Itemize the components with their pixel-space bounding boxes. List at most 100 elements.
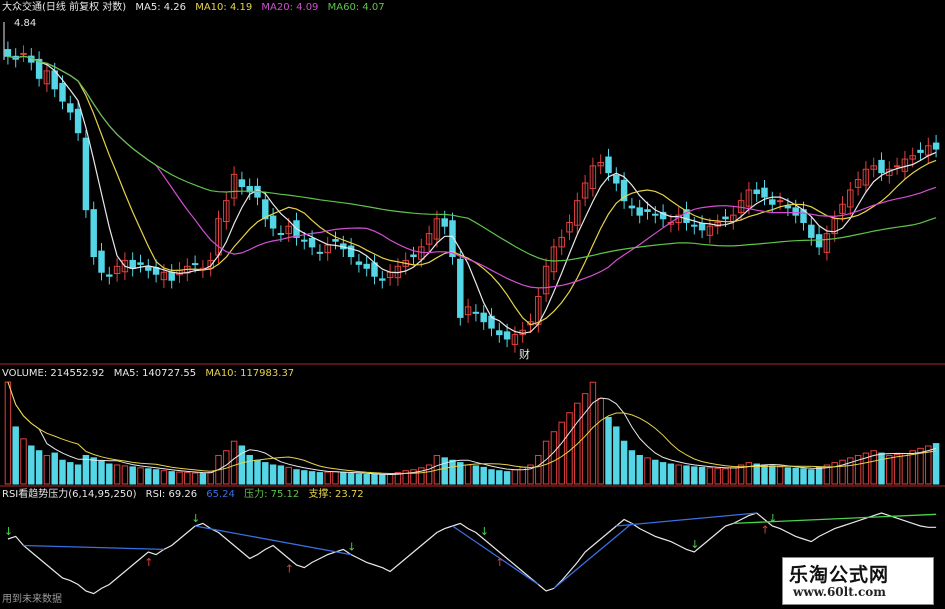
volume-bar	[808, 469, 815, 485]
candle-body	[691, 224, 698, 227]
volume-bar	[160, 470, 168, 485]
volume-bar	[659, 462, 667, 485]
volume-bar	[535, 454, 542, 485]
sell-arrow: ↓	[480, 525, 489, 538]
volume-bar	[730, 467, 737, 485]
candle-body	[238, 179, 246, 188]
volume-bar	[542, 440, 550, 485]
sell-arrow: ↓	[191, 512, 200, 525]
volume-bar	[613, 426, 620, 485]
volume-bar	[12, 426, 19, 485]
volume-bar	[67, 462, 74, 485]
candle-body	[363, 263, 370, 269]
candle-body	[20, 52, 27, 55]
volume-bar	[98, 460, 105, 485]
candle-body	[355, 261, 363, 265]
volume-bar	[184, 472, 191, 485]
volume-bar	[449, 459, 456, 485]
candle-body	[636, 207, 643, 216]
candle-body	[628, 205, 636, 209]
volume-bar	[652, 459, 659, 485]
volume-bar	[589, 381, 597, 485]
candle-body	[613, 174, 620, 184]
candle-body	[932, 142, 940, 150]
candle-body	[776, 200, 784, 203]
volume-bar	[379, 474, 386, 485]
volume-bar	[488, 469, 495, 485]
volume-bar	[878, 452, 885, 485]
rsi-value: RSI: 69.26	[145, 489, 198, 500]
volume-bar	[620, 440, 628, 485]
rsi-indicator-name: RSI看趋势压力(6,14,95,250)	[2, 489, 137, 500]
volume-bar	[293, 469, 300, 485]
volume-bar	[230, 440, 238, 485]
volume-bar	[683, 465, 690, 485]
volume-bar	[74, 464, 82, 485]
volume-bar	[675, 464, 682, 485]
ma20-legend: MA20: 4.09	[261, 2, 319, 13]
volume-bar	[886, 454, 893, 485]
volume-bar	[254, 459, 261, 485]
ma5-line	[7, 55, 937, 334]
volume-bar	[262, 462, 269, 485]
candle-body	[308, 237, 316, 248]
volume-bar	[644, 457, 651, 485]
sell-arrow: ↓	[690, 538, 699, 551]
ma5-legend: MA5: 4.26	[135, 2, 187, 13]
candle-body	[59, 82, 66, 102]
candle-body	[652, 213, 659, 216]
price-high-label: 4.84	[14, 18, 37, 29]
footer-note: 用到未来数据	[2, 594, 62, 605]
ma60-legend: MA60: 4.07	[327, 2, 385, 13]
volume-bar	[20, 438, 27, 485]
volume-bar	[605, 416, 612, 485]
volume-bar	[301, 470, 308, 485]
volume-bar	[90, 457, 97, 485]
buy-arrow: ↑	[144, 556, 153, 569]
volume-bar	[932, 443, 940, 485]
volume-bar	[480, 466, 487, 485]
volume-bar	[784, 467, 792, 485]
candle-body	[82, 137, 90, 211]
candle-body	[698, 222, 706, 231]
volume-bar	[59, 459, 66, 485]
candle-body	[878, 159, 885, 174]
candle-body	[815, 234, 823, 248]
volume-bar	[238, 445, 246, 485]
rsi-value-2: 65.24	[206, 489, 235, 500]
volume-bar	[316, 472, 324, 485]
volume-bar	[667, 463, 675, 485]
volume-bar	[285, 466, 292, 485]
volume-bar	[597, 397, 604, 485]
volume-bar	[472, 465, 480, 485]
volume-bar	[137, 467, 144, 485]
candle-body	[332, 239, 339, 242]
cai-marker: 财	[519, 348, 530, 361]
candle-body	[761, 187, 768, 198]
volume-bar	[4, 381, 12, 485]
volume-bar	[464, 464, 472, 485]
volume-bar	[839, 459, 846, 485]
candle-body	[106, 274, 113, 277]
candle-body	[316, 251, 324, 254]
volume-bar	[28, 445, 35, 485]
volume-bar	[106, 463, 113, 485]
volume-bar	[43, 454, 51, 485]
volume-bar	[35, 450, 43, 485]
volume-bar	[581, 393, 589, 485]
volume-bar	[691, 466, 698, 485]
candle-body	[98, 250, 105, 273]
candle-body	[792, 207, 799, 216]
buy-arrow: ↑	[761, 524, 770, 537]
volume-bar	[347, 473, 355, 485]
candle-body	[410, 254, 417, 258]
rsi-trend-down	[553, 522, 633, 589]
support-value: 支撑: 23.72	[308, 489, 364, 500]
volume-bar	[800, 468, 807, 485]
buy-arrow: ↑	[285, 563, 294, 576]
volume-bar	[386, 473, 394, 485]
volume-bar	[277, 465, 285, 485]
price-header: 大众交通(日线 前复权 对数) MA5: 4.26 MA10: 4.19 MA2…	[2, 2, 391, 14]
volume-panel	[4, 381, 940, 485]
volume-bar	[714, 467, 721, 485]
